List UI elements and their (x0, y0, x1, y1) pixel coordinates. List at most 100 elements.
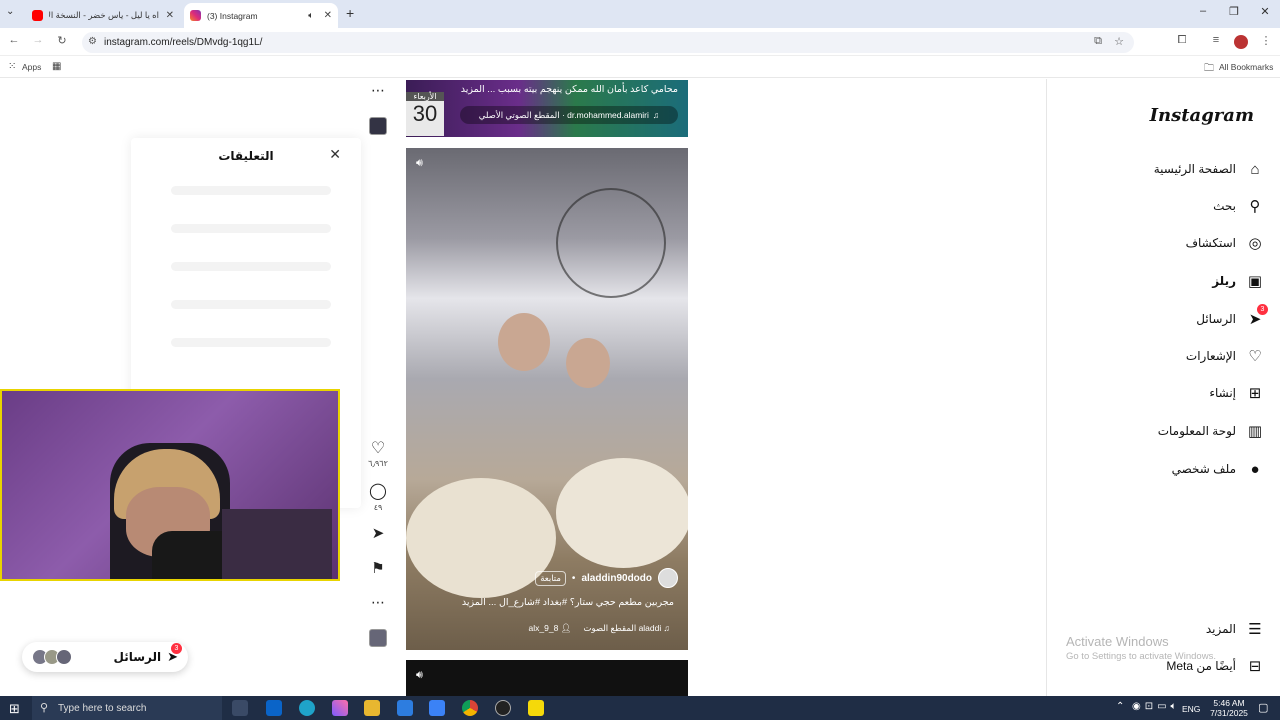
profile-avatar[interactable] (1234, 35, 1248, 49)
extensions-icon[interactable]: ⧠ (1174, 34, 1190, 47)
nav-item-label: الإشعارات (1185, 349, 1236, 363)
nav-item-7[interactable]: ▥ لوحة المعلومات (1158, 422, 1264, 440)
tagged-user: alx_9_8 (528, 623, 559, 633)
nav-item-8[interactable]: ● ملف شخصي (1172, 460, 1264, 478)
person-shape (566, 338, 610, 388)
comment-icon[interactable]: ◯ (366, 481, 390, 501)
url-text: instagram.com/reels/DMvdg-1qg1L/ (104, 37, 263, 48)
tagged-people[interactable]: 👤︎ alx_9_8 (529, 623, 572, 634)
reel-user-avatar[interactable] (658, 568, 678, 588)
close-tab-icon[interactable]: ✕ (324, 10, 332, 21)
activate-windows-subtitle: Go to Settings to activate Windows. (1066, 651, 1216, 662)
tray-chevron-icon[interactable]: ⌃ (1116, 701, 1124, 712)
nav-item-3[interactable]: ▣ ريلز (1212, 272, 1264, 290)
share-icon[interactable]: ➤ (366, 524, 390, 542)
windows-taskbar: ⊞ ⚲ Type here to search ⌃ ◉⊡▭🔈︎ ENG 5:46… (0, 696, 1280, 720)
more-options-icon[interactable]: ⋯ (366, 594, 390, 611)
chrome-icon[interactable] (462, 700, 478, 716)
save-icon[interactable]: ⚑ (366, 559, 390, 577)
reel-username[interactable]: aladdin90dodo (581, 573, 652, 584)
audio-thumbnail[interactable] (369, 117, 387, 135)
clock-time[interactable]: 5:46 AM (1208, 698, 1250, 708)
nav-item-label: إنشاء (1209, 386, 1236, 400)
date-number: 30 (412, 101, 438, 126)
like-icon[interactable]: ♡ (366, 438, 390, 458)
more-options-icon[interactable]: ⋯ (366, 82, 390, 99)
file-explorer-icon[interactable] (364, 700, 380, 716)
nav-item-2[interactable]: ◎ استكشاف (1186, 234, 1264, 252)
apps-bookmark[interactable]: Apps (22, 62, 41, 72)
nav-item-label: الرسائل (1196, 312, 1236, 326)
media-control-icon[interactable]: ≡ (1208, 34, 1224, 46)
speaker-icon[interactable]: 🔊︎ (416, 157, 423, 170)
reel-next[interactable]: 🔊︎ (406, 660, 688, 696)
bookmark-star-icon[interactable]: ☆ (1114, 35, 1124, 48)
sticky-notes-icon[interactable] (528, 700, 544, 716)
comment-count: ٤٩ (373, 503, 383, 512)
tray-icons[interactable]: ◉⊡▭🔈︎ (1132, 701, 1181, 712)
speaker-icon[interactable]: 🔊︎ (416, 669, 423, 682)
webcam-overlay (0, 389, 340, 581)
nav-item-1[interactable]: ⚲ بحث (1213, 197, 1264, 215)
search-icon: ⚲ (1249, 198, 1261, 215)
reel-previous[interactable]: الأربعاء 30 محامي كاعد بأمان الله ممكن ي… (406, 80, 688, 137)
taskbar-search[interactable]: ⚲ Type here to search (32, 696, 222, 720)
loading-skeleton (171, 338, 331, 347)
nav-item-4[interactable]: ➤ 3 الرسائل (1196, 304, 1268, 328)
windows-start-icon[interactable]: ⊞ (9, 701, 20, 717)
instagram-logo[interactable]: Instagram (1150, 105, 1254, 126)
defender-icon[interactable] (429, 700, 445, 716)
reel-audio[interactable]: ♫ aladdi المقطع الصوت (583, 623, 670, 634)
obs-icon[interactable] (495, 700, 511, 716)
nav-item-0[interactable]: ⌂ الصفحة الرئيسية (1154, 160, 1264, 178)
separator-dot: • (571, 572, 576, 584)
audio-thumbnail[interactable] (369, 629, 387, 647)
messages-floating-button[interactable]: ➤ 3 الرسائل (22, 642, 188, 672)
nav-item-label: استكشاف (1185, 236, 1236, 250)
search-icon: ⚲ (40, 702, 49, 714)
install-app-icon[interactable]: ⧉ (1094, 35, 1102, 48)
nav-item-label: الصفحة الرئيسية (1153, 162, 1236, 176)
clock-date[interactable]: 7/31/2025 (1206, 708, 1252, 718)
reel-caption[interactable]: محامي كاعد بأمان الله ممكن ينهجم بيته بس… (461, 84, 678, 95)
store-icon[interactable] (397, 700, 413, 716)
audio-playing-icon[interactable]: 🔈︎ (308, 10, 313, 21)
all-bookmarks[interactable]: All Bookmarks (1219, 62, 1273, 72)
avatar-icon: ● (1250, 460, 1260, 478)
close-comments-icon[interactable]: ✕ (329, 146, 341, 163)
nav-more[interactable]: ☰ المزيد (1206, 620, 1264, 638)
close-tab-icon[interactable]: ✕ (166, 10, 174, 21)
comments-title: التعليقات (218, 149, 274, 163)
nav-item-label: بحث (1213, 199, 1236, 213)
notifications-icon[interactable]: ▢ (1258, 701, 1268, 714)
address-bar[interactable]: ⚙ instagram.com/reels/DMvdg-1qg1L/ ⧉ ☆ (82, 32, 1134, 53)
nav-item-6[interactable]: ⊞ إنشاء (1209, 384, 1264, 402)
minimize-icon[interactable]: – (1188, 5, 1218, 17)
person-shape (498, 313, 550, 371)
forward-icon[interactable]: → (30, 34, 46, 46)
tab-youtube[interactable]: اه يا ليل - ياس خضر - النسخة الأ ✕ (26, 3, 180, 28)
site-info-icon[interactable]: ⚙ (88, 36, 97, 47)
tab-groups-icon[interactable]: ▦ (52, 61, 61, 72)
language-indicator[interactable]: ENG (1182, 704, 1200, 714)
activate-windows-title: Activate Windows (1066, 634, 1169, 649)
menu-icon[interactable]: ⋮ (1258, 34, 1274, 47)
music-note-icon: ♫ (652, 110, 660, 120)
tab-instagram[interactable]: (3) Instagram 🔈︎ ✕ (184, 3, 338, 28)
outlook-icon[interactable] (266, 700, 282, 716)
new-tab-button[interactable]: + (346, 5, 354, 21)
task-view-icon[interactable] (232, 700, 248, 716)
tab-search-button[interactable]: ⌄ (6, 6, 14, 17)
follow-button[interactable]: متابعة (535, 570, 566, 586)
edge-icon[interactable] (299, 700, 315, 716)
apps-grid-icon[interactable]: ⁙ (8, 61, 16, 72)
back-icon[interactable]: ← (6, 34, 22, 46)
restore-icon[interactable]: ❐ (1219, 5, 1249, 18)
reel-video[interactable]: 🔊︎ aladdin90dodo • متابعة مجربين مطعم حج… (406, 148, 688, 650)
nav-item-5[interactable]: ♡ الإشعارات (1186, 347, 1264, 365)
copilot-icon[interactable] (332, 700, 348, 716)
reel-audio[interactable]: ♫ dr.mohammed.alamiri · المقطع الصوتي ال… (460, 106, 678, 124)
window-close-icon[interactable]: ✕ (1250, 5, 1280, 18)
reel-caption[interactable]: مجربين مطعم حجي ستار؟ #بغداد #شارع_ال ..… (462, 597, 674, 608)
reload-icon[interactable]: ↻ (54, 34, 70, 47)
